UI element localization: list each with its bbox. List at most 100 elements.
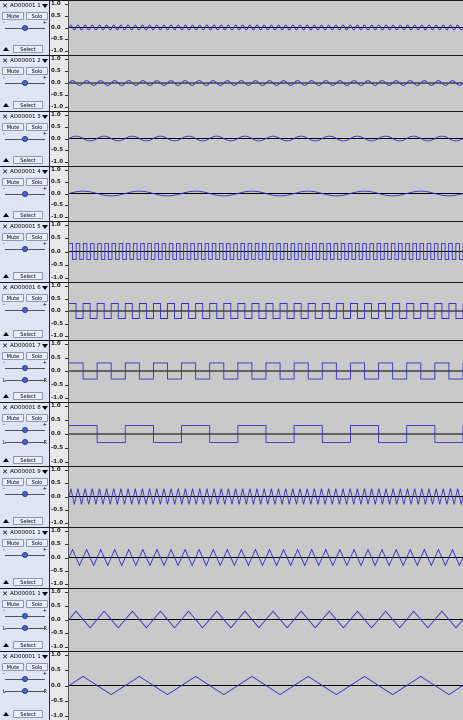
waveform-area[interactable] [69, 589, 463, 651]
collapse-track-icon[interactable] [3, 394, 9, 398]
select-button[interactable]: Select [13, 392, 43, 400]
track-name-menu[interactable]: AD00001 7 [9, 342, 41, 350]
mute-button[interactable]: Mute [2, 294, 24, 302]
gain-slider-knob[interactable] [22, 191, 28, 197]
pan-slider-knob[interactable] [22, 625, 28, 631]
track-name-menu[interactable]: AD00001 6 [9, 284, 41, 292]
collapse-track-icon[interactable] [3, 712, 9, 716]
track-menu-dropdown-icon[interactable] [41, 653, 49, 661]
collapse-track-icon[interactable] [3, 103, 9, 107]
track-menu-dropdown-icon[interactable] [41, 529, 49, 537]
track-name-menu[interactable]: AD00001 2 [9, 57, 41, 65]
collapse-track-icon[interactable] [3, 47, 9, 51]
close-track-icon[interactable]: ✕ [1, 57, 9, 65]
mute-button[interactable]: Mute [2, 539, 24, 547]
close-track-icon[interactable]: ✕ [1, 468, 9, 476]
waveform-area[interactable] [69, 283, 463, 340]
select-button[interactable]: Select [13, 641, 43, 649]
gain-slider-knob[interactable] [22, 246, 28, 252]
gain-slider[interactable]: - + [3, 21, 47, 32]
track-menu-dropdown-icon[interactable] [41, 342, 49, 350]
solo-button[interactable]: Solo [26, 478, 48, 486]
track-name-menu[interactable]: AD00001 9 [9, 468, 41, 476]
track-menu-dropdown-icon[interactable] [41, 284, 49, 292]
waveform-area[interactable] [69, 222, 463, 282]
mute-button[interactable]: Mute [2, 67, 24, 75]
mute-button[interactable]: Mute [2, 600, 24, 608]
mute-button[interactable]: Mute [2, 478, 24, 486]
pan-slider[interactable]: LR [3, 623, 47, 632]
close-track-icon[interactable]: ✕ [1, 404, 9, 412]
mute-button[interactable]: Mute [2, 178, 24, 186]
select-button[interactable]: Select [13, 456, 43, 464]
collapse-track-icon[interactable] [3, 213, 9, 217]
gain-slider-knob[interactable] [22, 136, 28, 142]
track-name-menu[interactable]: AD00001 4 [9, 168, 41, 176]
waveform-area[interactable] [69, 112, 463, 166]
gain-slider-knob[interactable] [22, 307, 28, 313]
gain-slider-knob[interactable] [22, 365, 28, 371]
waveform-area[interactable] [69, 528, 463, 588]
track-name-menu[interactable]: AD00001 11 [9, 590, 41, 598]
gain-slider[interactable]: - + [3, 76, 47, 87]
track-menu-dropdown-icon[interactable] [41, 468, 49, 476]
solo-button[interactable]: Solo [26, 178, 48, 186]
gain-slider-knob[interactable] [22, 25, 28, 31]
track-menu-dropdown-icon[interactable] [41, 168, 49, 176]
gain-slider[interactable]: - + [3, 361, 47, 372]
pan-slider-knob[interactable] [22, 439, 28, 445]
solo-button[interactable]: Solo [26, 67, 48, 75]
pan-slider[interactable]: LR [3, 686, 47, 695]
close-track-icon[interactable]: ✕ [1, 284, 9, 292]
waveform-area[interactable] [69, 403, 463, 466]
select-button[interactable]: Select [13, 45, 43, 53]
track-name-menu[interactable]: AD00001 3 [9, 113, 41, 121]
mute-button[interactable]: Mute [2, 233, 24, 241]
collapse-track-icon[interactable] [3, 519, 9, 523]
track-name-menu[interactable]: AD00001 10 [9, 529, 41, 537]
waveform-area[interactable] [69, 652, 463, 720]
track-menu-dropdown-icon[interactable] [41, 223, 49, 231]
solo-button[interactable]: Solo [26, 539, 48, 547]
track-menu-dropdown-icon[interactable] [41, 113, 49, 121]
gain-slider[interactable]: - + [3, 609, 47, 620]
solo-button[interactable]: Solo [26, 233, 48, 241]
mute-button[interactable]: Mute [2, 352, 24, 360]
gain-slider-knob[interactable] [22, 80, 28, 86]
track-name-menu[interactable]: AD00001 5 [9, 223, 41, 231]
pan-slider-knob[interactable] [22, 688, 28, 694]
waveform-area[interactable] [69, 167, 463, 221]
mute-button[interactable]: Mute [2, 12, 24, 20]
track-name-menu[interactable]: AD00001 8 [9, 404, 41, 412]
collapse-track-icon[interactable] [3, 158, 9, 162]
gain-slider-knob[interactable] [22, 491, 28, 497]
collapse-track-icon[interactable] [3, 332, 9, 336]
close-track-icon[interactable]: ✕ [1, 113, 9, 121]
track-menu-dropdown-icon[interactable] [41, 57, 49, 65]
gain-slider-knob[interactable] [22, 427, 28, 433]
select-button[interactable]: Select [13, 101, 43, 109]
collapse-track-icon[interactable] [3, 274, 9, 278]
gain-slider[interactable]: - + [3, 548, 47, 559]
select-button[interactable]: Select [13, 272, 43, 280]
gain-slider[interactable]: - + [3, 303, 47, 314]
track-menu-dropdown-icon[interactable] [41, 590, 49, 598]
solo-button[interactable]: Solo [26, 600, 48, 608]
collapse-track-icon[interactable] [3, 580, 9, 584]
gain-slider[interactable]: - + [3, 242, 47, 253]
gain-slider-knob[interactable] [22, 613, 28, 619]
track-name-menu[interactable]: AD00001 12 [9, 653, 41, 661]
gain-slider[interactable]: - + [3, 487, 47, 498]
gain-slider[interactable]: - + [3, 187, 47, 198]
close-track-icon[interactable]: ✕ [1, 223, 9, 231]
mute-button[interactable]: Mute [2, 414, 24, 422]
select-button[interactable]: Select [13, 156, 43, 164]
mute-button[interactable]: Mute [2, 663, 24, 671]
track-menu-dropdown-icon[interactable] [41, 2, 49, 10]
waveform-area[interactable] [69, 56, 463, 111]
track-name-menu[interactable]: AD00001 1 [9, 2, 41, 10]
select-button[interactable]: Select [13, 578, 43, 586]
close-track-icon[interactable]: ✕ [1, 653, 9, 661]
close-track-icon[interactable]: ✕ [1, 342, 9, 350]
pan-slider[interactable]: LR [3, 437, 47, 446]
